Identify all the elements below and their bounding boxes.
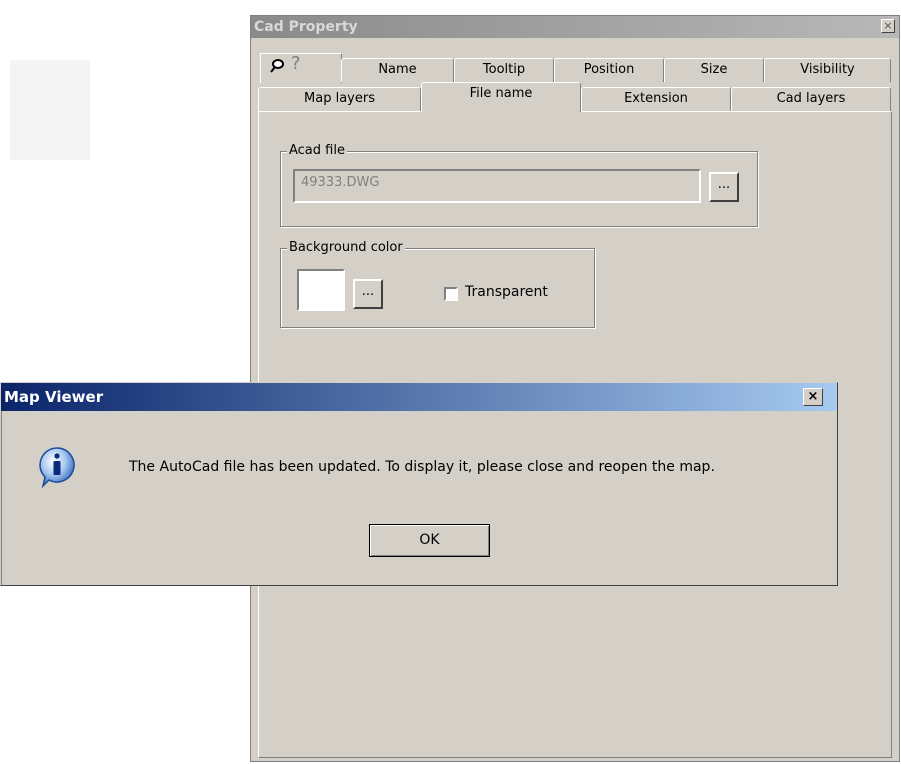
dialog-message: The AutoCad file has been updated. To di… [129, 459, 715, 475]
tab-icons[interactable]: ? [260, 53, 342, 83]
background-artifact [10, 60, 90, 160]
tab-map-layers[interactable]: Map layers [258, 87, 421, 111]
tab-size[interactable]: Size [664, 58, 764, 82]
tab-position[interactable]: Position [554, 58, 664, 82]
transparent-checkbox[interactable] [444, 287, 458, 301]
info-icon [37, 446, 77, 492]
help-icon[interactable]: ? [291, 53, 301, 74]
background-color-group: Background color ... Transparent [280, 240, 595, 328]
map-viewer-titlebar[interactable]: Map Viewer × [1, 383, 837, 411]
tab-name[interactable]: Name [341, 58, 454, 82]
acad-file-group: Acad file 49333.DWG ... [280, 143, 758, 227]
tab-cad-layers[interactable]: Cad layers [731, 87, 891, 111]
tab-visibility[interactable]: Visibility [764, 58, 891, 82]
cad-property-titlebar[interactable]: Cad Property × [251, 16, 899, 38]
map-viewer-close-button[interactable]: × [803, 388, 823, 406]
background-color-browse-button[interactable]: ... [353, 279, 383, 309]
map-viewer-dialog: Map Viewer × The AutoCad file has been u… [0, 382, 838, 586]
cad-property-close-button[interactable]: × [881, 19, 895, 33]
background-color-swatch[interactable] [297, 269, 345, 311]
map-viewer-title: Map Viewer [4, 388, 104, 406]
tab-extension[interactable]: Extension [581, 87, 731, 111]
acad-file-legend: Acad file [287, 143, 347, 158]
tab-tooltip[interactable]: Tooltip [454, 58, 554, 82]
acad-file-browse-button[interactable]: ... [709, 172, 739, 202]
cad-property-title: Cad Property [254, 19, 358, 35]
tab-file-name[interactable]: File name [421, 82, 581, 112]
pin-icon[interactable] [269, 58, 285, 78]
acad-file-field[interactable]: 49333.DWG [293, 169, 701, 203]
ok-button[interactable]: OK [369, 524, 490, 557]
transparent-label: Transparent [465, 284, 548, 300]
background-color-legend: Background color [287, 240, 405, 255]
